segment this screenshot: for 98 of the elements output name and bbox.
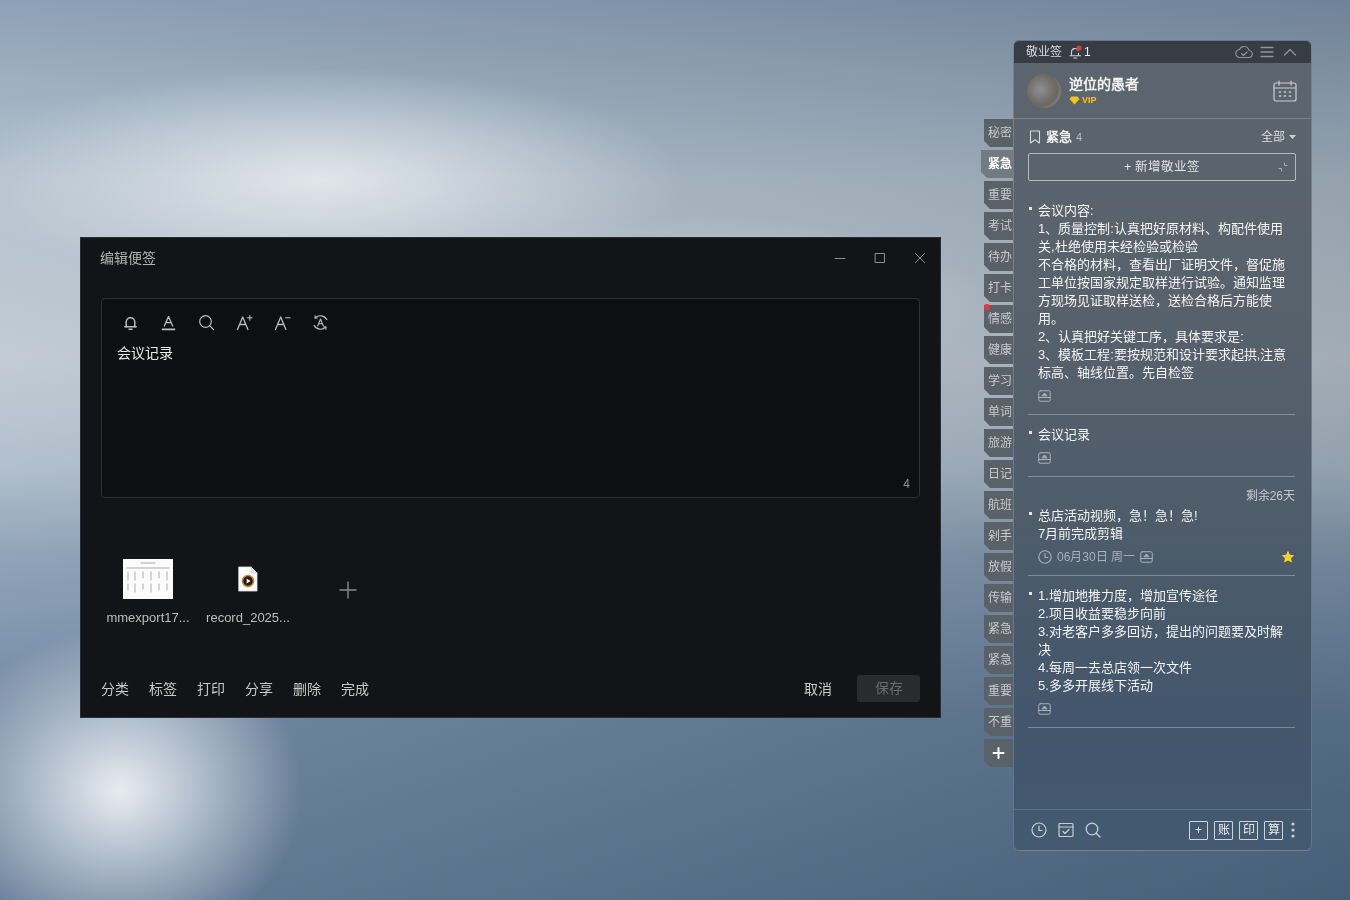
file-name: mmexport17... bbox=[106, 609, 190, 627]
star-icon[interactable] bbox=[1281, 550, 1295, 564]
window-title: 编辑便签 bbox=[99, 248, 156, 268]
add-button[interactable]: + bbox=[1189, 820, 1208, 840]
note-paragraph: 5.多多开展线下活动 bbox=[1038, 677, 1154, 695]
category-tab[interactable]: 紧急 bbox=[984, 615, 1013, 643]
category-tab[interactable]: 学习 bbox=[984, 367, 1013, 395]
note-date: 06月30日 周一 bbox=[1057, 549, 1136, 566]
calendar-check-icon[interactable] bbox=[1058, 822, 1074, 838]
image-thumbnail[interactable] bbox=[123, 559, 173, 599]
category-tab[interactable]: 紧急 bbox=[981, 150, 1013, 178]
chevron-up-icon[interactable] bbox=[1283, 47, 1297, 57]
category-tab[interactable]: 情感 bbox=[984, 305, 1013, 333]
letter-a-minus-icon[interactable] bbox=[274, 314, 291, 331]
category-tab[interactable]: 剁手 bbox=[984, 522, 1013, 550]
letter-a-underline-icon[interactable] bbox=[160, 314, 177, 331]
note-paragraph: 不合格的材料，查看出厂证明文件，督促施工单位按国家规定取样进行试验。通知监理方现场见证取样送检，送检合格后方能使用。 bbox=[1038, 256, 1286, 328]
category-tab[interactable]: 考试 bbox=[984, 212, 1013, 240]
bullet-icon bbox=[1029, 592, 1032, 595]
category-tab[interactable]: 重要 bbox=[984, 677, 1013, 705]
tray-icon[interactable] bbox=[1038, 452, 1051, 464]
note-item[interactable]: 剩余26天 总店活动视频，急！急！急! 7月前完成剪辑 06月30日 周一 bbox=[1028, 477, 1295, 576]
bookmark-icon bbox=[1029, 130, 1041, 144]
category-tab[interactable]: 健康 bbox=[984, 336, 1013, 364]
search-icon[interactable] bbox=[198, 314, 215, 331]
user-name: 逆位的愚者 bbox=[1069, 75, 1139, 93]
print-button[interactable]: 印 bbox=[1239, 820, 1258, 840]
diamond-icon bbox=[1069, 95, 1080, 105]
note-item[interactable]: 会议记录 bbox=[1028, 415, 1295, 477]
category-tab[interactable]: 日记 bbox=[984, 460, 1013, 488]
note-text-field[interactable]: 会议记录 bbox=[102, 343, 919, 475]
note-paragraph: 3、模板工程:要按规范和设计要求起拱,注意标高、轴线位置。先自检签 bbox=[1038, 346, 1288, 382]
char-count: 4 bbox=[903, 476, 911, 493]
plus-icon[interactable] bbox=[984, 739, 1013, 767]
search-icon[interactable] bbox=[1085, 822, 1101, 838]
note-item[interactable]: 1.增加地推力度，增加宣传途径 2.项目收益要稳步向前 3.对老客户多多回访，提出的问题要及时解决 4.每周一去总店领一次文件 5.多多开展线下活动 bbox=[1028, 576, 1295, 728]
note-paragraph: 1.增加地推力度，增加宣传途径 bbox=[1038, 587, 1219, 605]
tray-icon[interactable] bbox=[1038, 390, 1051, 402]
cancel-button[interactable]: 取消 bbox=[804, 678, 832, 699]
bullet-icon bbox=[1029, 512, 1032, 515]
note-paragraph: 2.项目收益要稳步向前 bbox=[1038, 605, 1167, 623]
clock-icon[interactable] bbox=[1031, 822, 1047, 838]
more-icon[interactable] bbox=[1291, 822, 1295, 838]
cloud-check-icon[interactable] bbox=[1235, 45, 1253, 59]
tag-button[interactable]: 标签 bbox=[149, 678, 177, 699]
calendar-icon[interactable] bbox=[1273, 79, 1297, 102]
category-title: 紧急 bbox=[1046, 128, 1072, 147]
caret-down-icon bbox=[1289, 135, 1296, 139]
category-tab[interactable]: 秘密 bbox=[984, 119, 1013, 147]
plus-icon[interactable] bbox=[339, 581, 357, 599]
tray-icon[interactable] bbox=[1140, 551, 1154, 563]
share-button[interactable]: 分享 bbox=[245, 678, 273, 699]
category-tab[interactable]: 旅游 bbox=[984, 429, 1013, 457]
file-name: record_2025... bbox=[206, 609, 290, 627]
category-tab[interactable]: 打卡 bbox=[984, 274, 1013, 302]
maximize-icon[interactable] bbox=[874, 252, 886, 264]
filter-dropdown[interactable]: 全部 bbox=[1261, 128, 1296, 146]
category-tab[interactable]: 待办 bbox=[984, 243, 1013, 271]
notification-count: 1 bbox=[1084, 44, 1091, 61]
app-title: 敬业签 bbox=[1026, 44, 1062, 61]
bell-icon[interactable] bbox=[1069, 45, 1082, 59]
ledger-button[interactable]: 账 bbox=[1214, 820, 1233, 840]
done-button[interactable]: 完成 bbox=[341, 678, 369, 699]
remaining-days: 剩余26天 bbox=[1028, 488, 1295, 504]
note-item[interactable]: 会议内容: 1、质量控制:认真把好原材料、构配件使用关,杜绝使用未经检验或检验 不合格的材料，查看出厂证明文件，督促施工单位按国家规定取样进行试验。通知监理方现场见证取样送检，送检合格后方能使用。 2、认真把好关键工序，具体要求是: 3、模板工程:要按规范和设计要求起拱,注意标高、轴线位置。先自检签 bbox=[1028, 191, 1295, 415]
category-button[interactable]: 分类 bbox=[101, 678, 129, 699]
note-paragraph: 7月前完成剪辑 bbox=[1038, 525, 1125, 543]
bell-icon[interactable] bbox=[122, 314, 139, 331]
category-tab[interactable]: 紧急 bbox=[984, 646, 1013, 674]
close-icon[interactable] bbox=[914, 252, 926, 264]
calculator-button[interactable]: 算 bbox=[1264, 820, 1283, 840]
category-tab[interactable]: 重要 bbox=[984, 181, 1013, 209]
bullet-icon bbox=[1029, 431, 1032, 434]
print-button[interactable]: 打印 bbox=[197, 678, 225, 699]
category-tab[interactable]: 传输 bbox=[984, 584, 1013, 612]
letter-a-circle-icon[interactable] bbox=[312, 314, 329, 331]
category-tab[interactable]: 单词 bbox=[984, 398, 1013, 426]
bullet-icon bbox=[1029, 207, 1032, 210]
new-note-button[interactable]: + 新增敬业签 bbox=[1028, 153, 1296, 181]
video-file-icon[interactable] bbox=[238, 566, 258, 592]
category-tab[interactable]: 航班 bbox=[984, 491, 1013, 519]
note-paragraph: 总店活动视频，急！急！急! bbox=[1038, 507, 1199, 525]
note-paragraph: 1、质量控制:认真把好原材料、构配件使用关,杜绝使用未经检验或检验 bbox=[1038, 220, 1284, 256]
shrink-icon bbox=[1278, 162, 1288, 172]
note-paragraph: 4.每周一去总店领一次文件 bbox=[1038, 659, 1193, 677]
category-count: 4 bbox=[1076, 129, 1083, 145]
note-paragraph: 2、认真把好关键工序，具体要求是: bbox=[1038, 328, 1245, 346]
tray-icon[interactable] bbox=[1038, 703, 1051, 715]
note-paragraph: 会议内容: bbox=[1038, 202, 1095, 220]
clock-icon bbox=[1038, 550, 1052, 564]
category-tab[interactable]: 不重 bbox=[984, 708, 1013, 736]
menu-icon[interactable] bbox=[1260, 46, 1274, 58]
note-paragraph: 会议记录 bbox=[1038, 426, 1091, 444]
letter-a-plus-icon[interactable] bbox=[236, 314, 253, 331]
delete-button[interactable]: 删除 bbox=[293, 678, 321, 699]
vip-label: VIP bbox=[1082, 94, 1097, 106]
note-paragraph: 3.对老客户多多回访，提出的问题要及时解决 bbox=[1038, 623, 1284, 659]
category-tab[interactable]: 放假 bbox=[984, 553, 1013, 581]
